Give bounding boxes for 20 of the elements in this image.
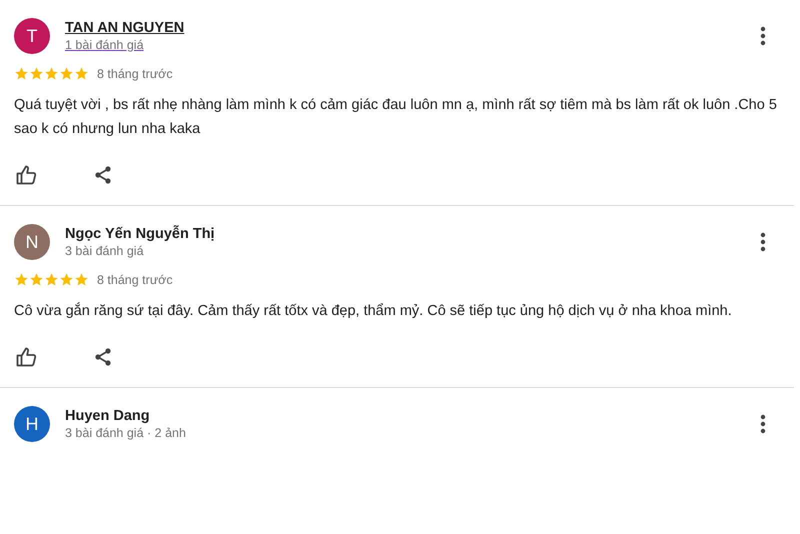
thumbs-up-icon[interactable]	[16, 165, 38, 185]
avatar[interactable]: N	[14, 224, 50, 260]
share-icon[interactable]	[93, 347, 113, 367]
review-count[interactable]: 3 bài đánh giá · 2 ảnh	[65, 426, 186, 440]
more-options-icon[interactable]	[760, 414, 766, 434]
more-options-icon[interactable]	[760, 232, 766, 252]
review-text: Quá tuyệt vời , bs rất nhẹ nhàng làm mình k có cảm giác đau luôn mn ạ, mình rất sợ tiêm mà bs làm rất ok luôn .Cho 5 sao k có nhưng lun nha kaka	[14, 96, 778, 139]
review-date: 8 tháng trước	[97, 66, 173, 80]
share-icon[interactable]	[93, 165, 113, 185]
thumbs-up-icon[interactable]	[16, 347, 38, 367]
reviewer-name[interactable]: Huyen Dang	[65, 408, 150, 424]
avatar[interactable]: H	[14, 406, 50, 442]
review-count[interactable]: 3 bài đánh giá	[65, 244, 144, 258]
more-options-icon[interactable]	[760, 26, 766, 46]
reviewer-name[interactable]: Ngọc Yến Nguyễn Thị	[65, 226, 215, 242]
avatar[interactable]: T	[14, 18, 50, 54]
review-count[interactable]: 1 bài đánh giá	[65, 38, 144, 52]
review-text: Cô vừa gắn răng sứ tại đây. Cảm thấy rất tốtx và đẹp, thẩm mỷ. Cô sẽ tiếp tục ủng hộ dịch vụ ở nha khoa mình.	[14, 301, 733, 321]
review-date: 8 tháng trước	[97, 272, 173, 286]
reviewer-name[interactable]: TAN AN NGUYEN	[65, 20, 184, 36]
